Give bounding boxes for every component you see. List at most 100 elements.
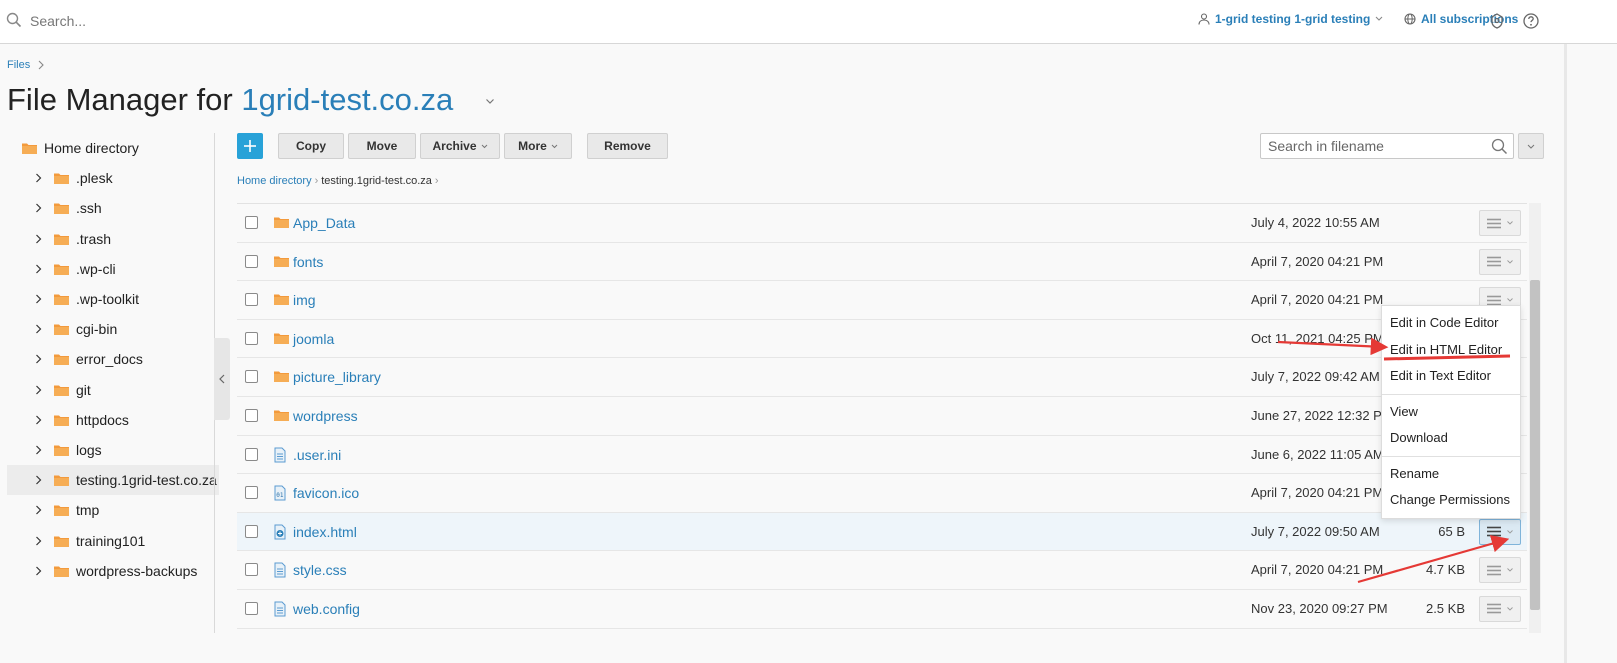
row-actions-button[interactable] (1479, 595, 1521, 622)
file-row[interactable]: wordpress June 27, 2022 12:32 PM (237, 397, 1527, 436)
tree-item-label: testing.1grid-test.co.za (76, 472, 217, 489)
row-checkbox[interactable] (245, 331, 258, 345)
chevron-right-icon[interactable] (35, 173, 47, 183)
menu-item-edit-code[interactable]: Edit in Code Editor (1382, 310, 1520, 337)
chevron-right-icon[interactable] (35, 264, 47, 274)
more-button[interactable]: More (504, 133, 572, 159)
chevron-right-icon[interactable] (35, 445, 47, 455)
tree-item[interactable]: error_docs (7, 344, 219, 374)
file-row[interactable]: App_Data July 4, 2022 10:55 AM (237, 204, 1527, 243)
chevron-right-icon[interactable] (35, 475, 47, 485)
archive-button[interactable]: Archive (420, 133, 500, 159)
file-name-link[interactable]: fonts (293, 254, 323, 270)
chevron-down-icon[interactable] (485, 98, 495, 105)
row-checkbox[interactable] (245, 293, 258, 307)
file-name-link[interactable]: App_Data (293, 215, 355, 231)
page-title-domain[interactable]: 1grid-test.co.za (241, 82, 453, 117)
chevron-right-icon[interactable] (35, 505, 47, 515)
path-home-link[interactable]: Home directory (237, 175, 312, 187)
filename-search-input[interactable] (1268, 137, 1483, 155)
row-checkbox[interactable] (245, 408, 258, 422)
file-name-link[interactable]: picture_library (293, 369, 381, 385)
file-name-link[interactable]: img (293, 292, 316, 308)
add-button[interactable] (237, 133, 263, 159)
tree-item[interactable]: logs (7, 435, 219, 465)
chevron-right-icon[interactable] (35, 203, 47, 213)
user-menu[interactable]: 1-grid testing 1-grid testing (1198, 12, 1383, 26)
breadcrumb-files[interactable]: Files (7, 59, 30, 71)
tree-item[interactable]: tmp (7, 495, 219, 525)
chevron-right-icon[interactable] (35, 324, 47, 334)
chevron-right-icon[interactable] (35, 354, 47, 364)
row-checkbox[interactable] (245, 563, 258, 577)
global-search-input[interactable] (30, 10, 430, 32)
move-button[interactable]: Move (348, 133, 416, 159)
chevron-right-icon[interactable] (35, 415, 47, 425)
file-modified-date: July 7, 2022 09:42 AM (1251, 369, 1380, 385)
file-row[interactable]: picture_library July 7, 2022 09:42 AM (237, 358, 1527, 397)
file-row[interactable]: style.css April 7, 2020 04:21 PM 4.7 KB (237, 551, 1527, 590)
file-list-scrollbar[interactable] (1529, 203, 1541, 633)
chevron-down-icon (1527, 144, 1535, 149)
tree-item-label: .wp-toolkit (76, 291, 140, 307)
row-checkbox[interactable] (245, 447, 258, 461)
file-name-link[interactable]: wordpress (293, 408, 358, 424)
file-row[interactable]: joomla Oct 11, 2021 04:25 PM (237, 320, 1527, 359)
menu-item-edit-text[interactable]: Edit in Text Editor (1382, 363, 1520, 390)
row-checkbox[interactable] (245, 254, 258, 268)
file-name-link[interactable]: joomla (293, 331, 334, 347)
file-row[interactable]: img April 7, 2020 04:21 PM (237, 281, 1527, 320)
tree-item[interactable]: .wp-toolkit (7, 284, 219, 314)
scrollbar-thumb[interactable] (1530, 280, 1540, 610)
row-checkbox[interactable] (245, 486, 258, 500)
tree-item[interactable]: .wp-cli (7, 254, 219, 284)
remove-button[interactable]: Remove (587, 133, 668, 159)
tree-item[interactable]: training101 (7, 526, 219, 556)
file-name-link[interactable]: web.config (293, 601, 360, 617)
folder-icon (53, 473, 70, 487)
chevron-right-icon[interactable] (35, 566, 47, 576)
suggestions-icon[interactable] (1488, 12, 1506, 30)
row-checkbox[interactable] (245, 216, 258, 229)
tree-item-home[interactable]: Home directory (7, 133, 219, 163)
chevron-right-icon[interactable] (35, 294, 47, 304)
file-row[interactable]: 01 favicon.ico April 7, 2020 04:21 PM (237, 474, 1527, 513)
row-checkbox[interactable] (245, 601, 258, 615)
menu-item-rename[interactable]: Rename (1382, 461, 1520, 488)
file-row[interactable]: index.html July 7, 2022 09:50 AM 65 B (237, 512, 1527, 552)
row-checkbox[interactable] (245, 370, 258, 384)
help-icon[interactable] (1522, 12, 1540, 30)
row-actions-button[interactable] (1479, 210, 1521, 236)
collapse-tree-button[interactable] (214, 338, 230, 420)
tree-item[interactable]: httpdocs (7, 405, 219, 435)
chevron-right-icon[interactable] (35, 234, 47, 244)
search-options-button[interactable] (1518, 133, 1544, 159)
search-icon[interactable] (1491, 138, 1508, 155)
tree-item[interactable]: .ssh (7, 193, 219, 223)
chevron-right-icon[interactable] (35, 536, 47, 546)
tree-item[interactable]: testing.1grid-test.co.za (7, 465, 219, 496)
file-row[interactable]: .user.ini June 6, 2022 11:05 AM (237, 436, 1527, 475)
file-name-link[interactable]: favicon.ico (293, 485, 359, 501)
chevron-right-icon[interactable] (35, 385, 47, 395)
copy-button[interactable]: Copy (278, 133, 344, 159)
row-actions-button[interactable] (1479, 557, 1521, 584)
row-checkbox[interactable] (245, 524, 258, 538)
tree-item[interactable]: git (7, 375, 219, 405)
file-name-link[interactable]: style.css (293, 562, 347, 578)
menu-item-view[interactable]: View (1382, 399, 1520, 426)
menu-item-edit-html[interactable]: Edit in HTML Editor (1382, 337, 1520, 364)
menu-item-download[interactable]: Download (1382, 425, 1520, 452)
file-row[interactable]: fonts April 7, 2020 04:21 PM (237, 243, 1527, 282)
row-actions-button[interactable] (1479, 248, 1521, 275)
file-modified-date: July 7, 2022 09:50 AM (1251, 523, 1380, 539)
tree-item[interactable]: .trash (7, 224, 219, 254)
file-name-link[interactable]: index.html (293, 524, 357, 540)
tree-item[interactable]: .plesk (7, 163, 219, 193)
menu-item-permissions[interactable]: Change Permissions (1382, 487, 1520, 514)
file-row[interactable]: web.config Nov 23, 2020 09:27 PM 2.5 KB (237, 590, 1527, 629)
tree-item[interactable]: wordpress-backups (7, 556, 219, 586)
row-actions-button[interactable] (1479, 518, 1521, 545)
file-name-link[interactable]: .user.ini (293, 447, 341, 463)
tree-item[interactable]: cgi-bin (7, 314, 219, 344)
